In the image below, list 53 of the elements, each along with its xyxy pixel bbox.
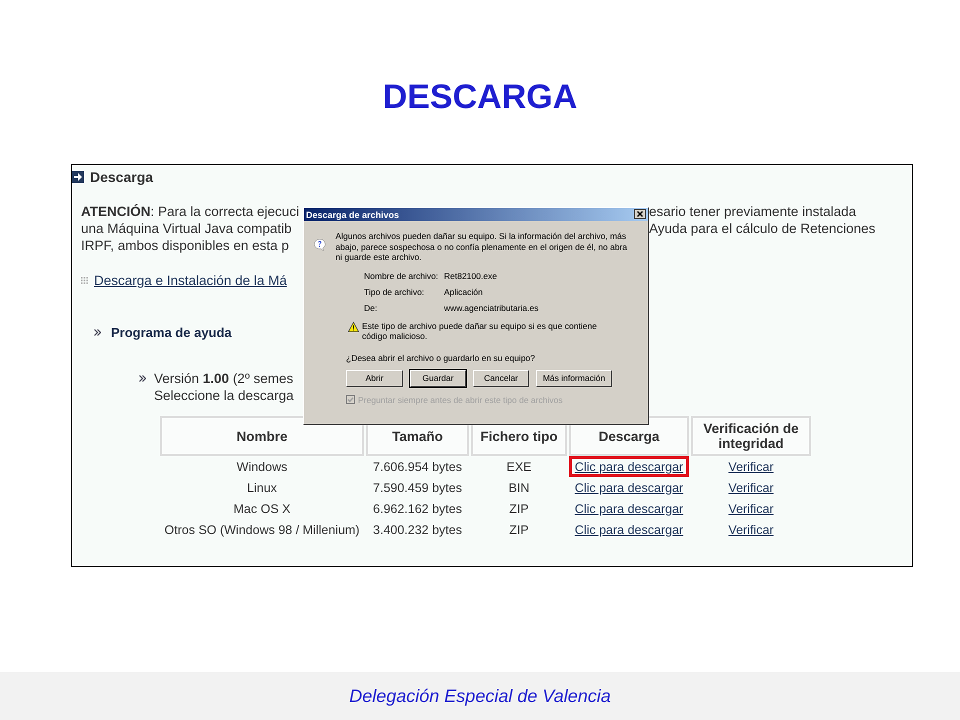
verify-link[interactable]: Verificar bbox=[728, 502, 774, 516]
chevron-icon bbox=[139, 375, 146, 382]
dialog-question: ¿Desea abrir el archivo o guardarlo en su equipo? bbox=[345, 352, 536, 362]
slide-title: DESCARGA bbox=[382, 78, 578, 117]
field-label: Tipo de archivo: bbox=[364, 286, 426, 296]
column-header: Verificación de integridad bbox=[691, 416, 811, 456]
warning-text: Este tipo de archivo puede dañar su equipo si es que contiene código malicioso. bbox=[362, 320, 598, 342]
field-label: Nombre de archivo: bbox=[364, 270, 440, 280]
table-cell-text: Linux bbox=[246, 480, 278, 496]
field-value: www.agenciatributaria.es bbox=[444, 302, 540, 312]
table-cell-text: 3.400.232 bytes bbox=[372, 522, 463, 539]
version-text: Versión 1.00 (2º semes bbox=[154, 370, 294, 387]
notice-text: una Máquina Virtual Java compatib bbox=[81, 220, 293, 237]
table-cell-text: 7.606.954 bytes bbox=[372, 458, 463, 476]
java-download-link[interactable]: Descarga e Instalación de la Má bbox=[94, 273, 287, 288]
field-value: Aplicación bbox=[444, 286, 484, 296]
table-cell-text: ZIP bbox=[508, 522, 530, 538]
close-icon[interactable] bbox=[634, 208, 646, 218]
dialog-title: Descarga de archivos bbox=[306, 210, 400, 220]
dialog-button[interactable]: Guardar bbox=[410, 370, 466, 386]
download-link[interactable]: Clic para descargar bbox=[574, 522, 684, 536]
dialog-button[interactable]: Más información bbox=[536, 370, 612, 386]
dialog-message: Algunos archivos pueden dañar su equipo. Si la información del archivo, más abajo, parece sospechosa o no confía plenamente en el origen de él, no abra ni guarde este archivo. bbox=[336, 231, 628, 262]
table-cell-text: BIN bbox=[508, 480, 530, 496]
table-cell-text: ZIP bbox=[508, 500, 530, 518]
notice-text: esario tener previamente instalada bbox=[648, 203, 858, 220]
subsection-title: Programa de ayuda bbox=[111, 325, 232, 340]
column-header: Nombre bbox=[160, 416, 364, 456]
download-link[interactable]: Clic para descargar bbox=[574, 480, 684, 494]
footer-text: Delegación Especial de Valencia bbox=[0, 672, 960, 720]
download-link[interactable]: Clic para descargar bbox=[574, 502, 684, 516]
chevron-icon bbox=[94, 329, 101, 336]
version-text: Seleccione la descarga bbox=[154, 387, 294, 404]
table-cell-text: 6.962.162 bytes bbox=[372, 500, 463, 518]
table-cell-text: EXE bbox=[505, 458, 532, 476]
notice-text: Ayuda para el cálculo de Retenciones bbox=[648, 220, 876, 237]
download-link[interactable]: Clic para descargar bbox=[574, 460, 684, 474]
field-value: Ret82100.exe bbox=[444, 270, 498, 280]
field-label: De: bbox=[364, 302, 378, 312]
table-cell-text: Mac OS X bbox=[232, 500, 292, 518]
notice-text: ATENCIÓN: Para la correcta ejecuci bbox=[81, 203, 300, 220]
verify-link[interactable]: Verificar bbox=[728, 522, 774, 536]
dialog-button[interactable]: Cancelar bbox=[473, 370, 529, 386]
section-title: Descarga bbox=[90, 169, 154, 185]
dots-icon bbox=[81, 277, 88, 284]
verify-link[interactable]: Verificar bbox=[728, 480, 774, 494]
table-cell-text: Windows bbox=[236, 458, 288, 476]
table-cell-text: Otros SO (Windows 98 / Millenium) bbox=[163, 522, 361, 539]
warning-icon bbox=[348, 320, 359, 332]
verify-link[interactable]: Verificar bbox=[728, 460, 774, 474]
dialog-button[interactable]: Abrir bbox=[346, 370, 403, 386]
notice-text: IRPF, ambos disponibles en esta p bbox=[81, 237, 290, 254]
table-cell-text: 7.590.459 bytes bbox=[372, 480, 463, 497]
